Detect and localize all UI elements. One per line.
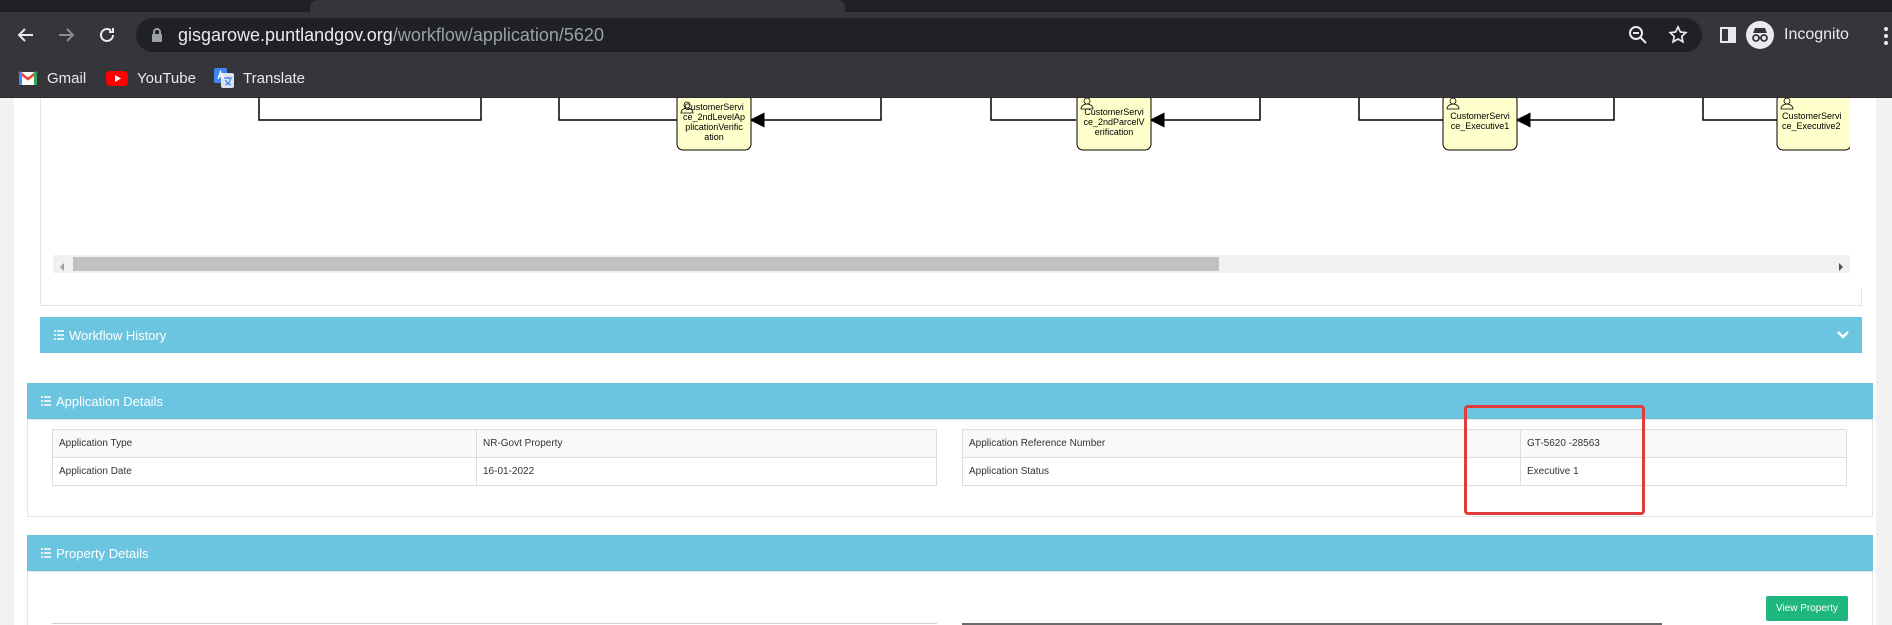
property-table-edge-left bbox=[52, 623, 937, 624]
connector-2 bbox=[558, 98, 677, 121]
bookmark-youtube[interactable]: YouTube bbox=[106, 66, 196, 90]
field-label: Application Type bbox=[52, 429, 477, 458]
workflow-task-4[interactable]: CustomerServi ce_Executive2 bbox=[1776, 98, 1852, 151]
bookmarks-bar: Gmail YouTube Translate bbox=[0, 58, 1892, 98]
task-4-line-1: CustomerServi bbox=[1782, 111, 1842, 121]
highlight-box bbox=[1464, 405, 1645, 515]
field-label: Application Reference Number bbox=[962, 429, 1521, 458]
connector-7 bbox=[1515, 98, 1615, 128]
url-text: gisgarowe.puntlandgov.org/workflow/appli… bbox=[178, 25, 604, 45]
scroll-right-icon[interactable] bbox=[1836, 259, 1846, 271]
workflow-history-title: Workflow History bbox=[69, 327, 167, 343]
connector-8 bbox=[1702, 98, 1777, 121]
lock-icon[interactable] bbox=[150, 27, 164, 48]
view-property-button[interactable]: View Property bbox=[1766, 596, 1848, 621]
property-details-header[interactable]: Property Details bbox=[27, 535, 1873, 571]
task-2-line-1: CustomerServi bbox=[1084, 107, 1144, 117]
profile-label: Incognito bbox=[1784, 26, 1849, 43]
workflow-task-3[interactable]: CustomerServi ce_Executive1 bbox=[1442, 98, 1518, 151]
scrollbar-thumb[interactable] bbox=[73, 257, 1219, 271]
task-3-line-2: ce_Executive1 bbox=[1451, 121, 1510, 131]
incognito-icon bbox=[1746, 21, 1774, 49]
application-details-title: Application Details bbox=[56, 393, 163, 409]
gmail-icon bbox=[18, 70, 38, 85]
table-row: Application Status Executive 1 bbox=[962, 457, 1847, 486]
tab-strip bbox=[0, 0, 1892, 12]
table-row: Application Type NR-Govt Property bbox=[52, 429, 937, 458]
application-details-table-left: Application Type NR-Govt Property Applic… bbox=[52, 429, 937, 486]
field-label: Application Date bbox=[52, 457, 477, 486]
task-2-line-2: ce_2ndParcelV bbox=[1083, 117, 1144, 127]
page-content: CustomerServi ce_2ndLevelAp plicationVer… bbox=[0, 98, 1892, 625]
diagram-horizontal-scrollbar[interactable] bbox=[53, 255, 1850, 273]
bookmark-translate[interactable]: Translate bbox=[214, 66, 305, 90]
field-value: NR-Govt Property bbox=[476, 429, 937, 458]
field-value: 16-01-2022 bbox=[476, 457, 937, 486]
workflow-task-2[interactable]: CustomerServi ce_2ndParcelV erification bbox=[1076, 98, 1152, 151]
active-tab[interactable] bbox=[310, 0, 845, 12]
list-icon bbox=[41, 394, 51, 409]
workflow-task-1[interactable]: CustomerServi ce_2ndLevelAp plicationVer… bbox=[676, 98, 752, 151]
task-1-line-1: CustomerServi bbox=[684, 102, 744, 112]
workflow-diagram-panel: CustomerServi ce_2ndLevelAp plicationVer… bbox=[40, 98, 1863, 306]
connector-3 bbox=[749, 98, 882, 128]
profile-button[interactable]: Incognito bbox=[1746, 20, 1849, 50]
bookmark-gmail[interactable]: Gmail bbox=[18, 66, 86, 90]
task-2-line-3: erification bbox=[1095, 127, 1134, 137]
connector-1 bbox=[258, 98, 482, 121]
table-row: Application Date 16-01-2022 bbox=[52, 457, 937, 486]
back-icon[interactable] bbox=[12, 21, 40, 49]
reload-icon[interactable] bbox=[93, 21, 121, 49]
task-1-line-4: ation bbox=[704, 132, 724, 142]
task-3-line-1: CustomerServi bbox=[1450, 111, 1510, 121]
youtube-icon bbox=[106, 70, 128, 86]
connector-5 bbox=[1149, 98, 1261, 128]
list-icon bbox=[41, 546, 51, 561]
property-details-body bbox=[27, 571, 1873, 625]
side-panel-icon[interactable] bbox=[1714, 21, 1742, 49]
chevron-down-icon[interactable] bbox=[1836, 328, 1850, 345]
table-row: Application Reference Number GT-5620 -28… bbox=[962, 429, 1847, 458]
scroll-left-icon[interactable] bbox=[57, 259, 67, 271]
forward-icon[interactable] bbox=[52, 21, 80, 49]
task-1-line-3: plicationVerific bbox=[685, 122, 743, 132]
property-details-title: Property Details bbox=[56, 545, 149, 561]
translate-icon bbox=[214, 68, 234, 88]
zoom-icon[interactable] bbox=[1628, 25, 1648, 45]
browser-toolbar: gisgarowe.puntlandgov.org/workflow/appli… bbox=[0, 12, 1892, 58]
list-icon bbox=[54, 328, 64, 343]
page-gutter-left bbox=[0, 98, 14, 625]
application-details-table-right: Application Reference Number GT-5620 -28… bbox=[962, 429, 1847, 486]
field-label: Application Status bbox=[962, 457, 1521, 486]
connector-6 bbox=[1358, 98, 1443, 121]
page-gutter-right bbox=[1876, 98, 1892, 625]
connector-4 bbox=[990, 98, 1076, 121]
task-1-line-2: ce_2ndLevelAp bbox=[683, 112, 745, 122]
workflow-history-header[interactable]: Workflow History bbox=[40, 317, 1862, 353]
star-icon[interactable] bbox=[1668, 25, 1688, 45]
address-bar[interactable]: gisgarowe.puntlandgov.org/workflow/appli… bbox=[136, 18, 1702, 52]
task-4-line-2: ce_Executive2 bbox=[1782, 121, 1841, 131]
menu-icon[interactable] bbox=[1880, 24, 1892, 48]
